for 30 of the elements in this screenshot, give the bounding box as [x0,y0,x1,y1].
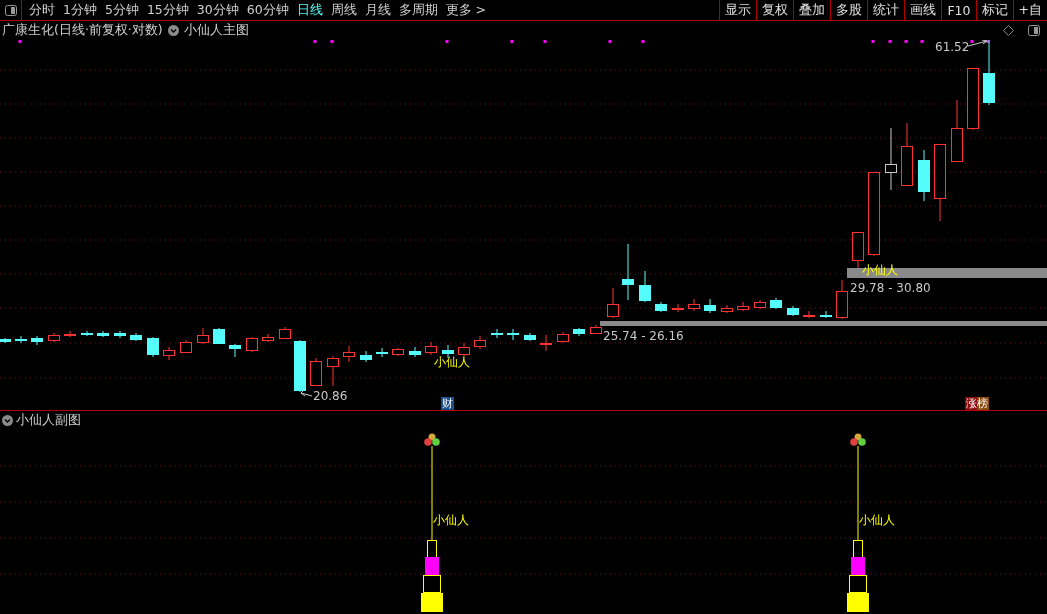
signal-label: 小仙人 [434,355,470,369]
indicator-name[interactable]: 小仙人副图 [16,412,81,429]
dropdown-icon[interactable] [2,415,13,426]
chart-title: 广康生化(日线·前复权·对数) [2,22,163,39]
period-tab[interactable]: 60分钟 [242,1,293,19]
period-tab[interactable]: 分时 [25,1,59,19]
panel-toggle-icon[interactable] [1028,25,1040,36]
period-tab[interactable]: 日线 [292,1,327,19]
low-price-label: 20.86 [313,389,348,403]
indicator-name[interactable]: 小仙人主图 [183,22,249,39]
dropdown-icon[interactable] [167,25,179,36]
diamond-icon[interactable] [1003,25,1014,36]
high-price-label: 61.52 [935,40,970,54]
signal-label: 小仙人 [433,513,469,527]
period-tab[interactable]: 周线 [326,1,361,19]
leader-arrow [967,40,988,47]
period-tab[interactable]: 月线 [360,1,395,19]
event-badge[interactable]: 涨榜 [965,397,989,410]
period-tab[interactable]: 1分钟 [59,1,101,19]
panel-toggle-icon[interactable] [4,4,17,16]
period-tab[interactable]: 30分钟 [192,1,243,19]
leader-arrow [300,389,313,397]
price-range-label: 29.78 - 30.80 [850,281,931,295]
period-tab[interactable]: 5分钟 [100,1,143,19]
period-tab[interactable]: 15分钟 [142,1,193,19]
period-tab[interactable]: 多周期 [394,1,442,19]
price-range-label: 25.74 - 26.16 [603,329,684,343]
period-tab[interactable]: 更多 > [441,1,491,19]
signal-label: 小仙人 [859,513,895,527]
event-badge[interactable]: 财 [441,397,454,410]
